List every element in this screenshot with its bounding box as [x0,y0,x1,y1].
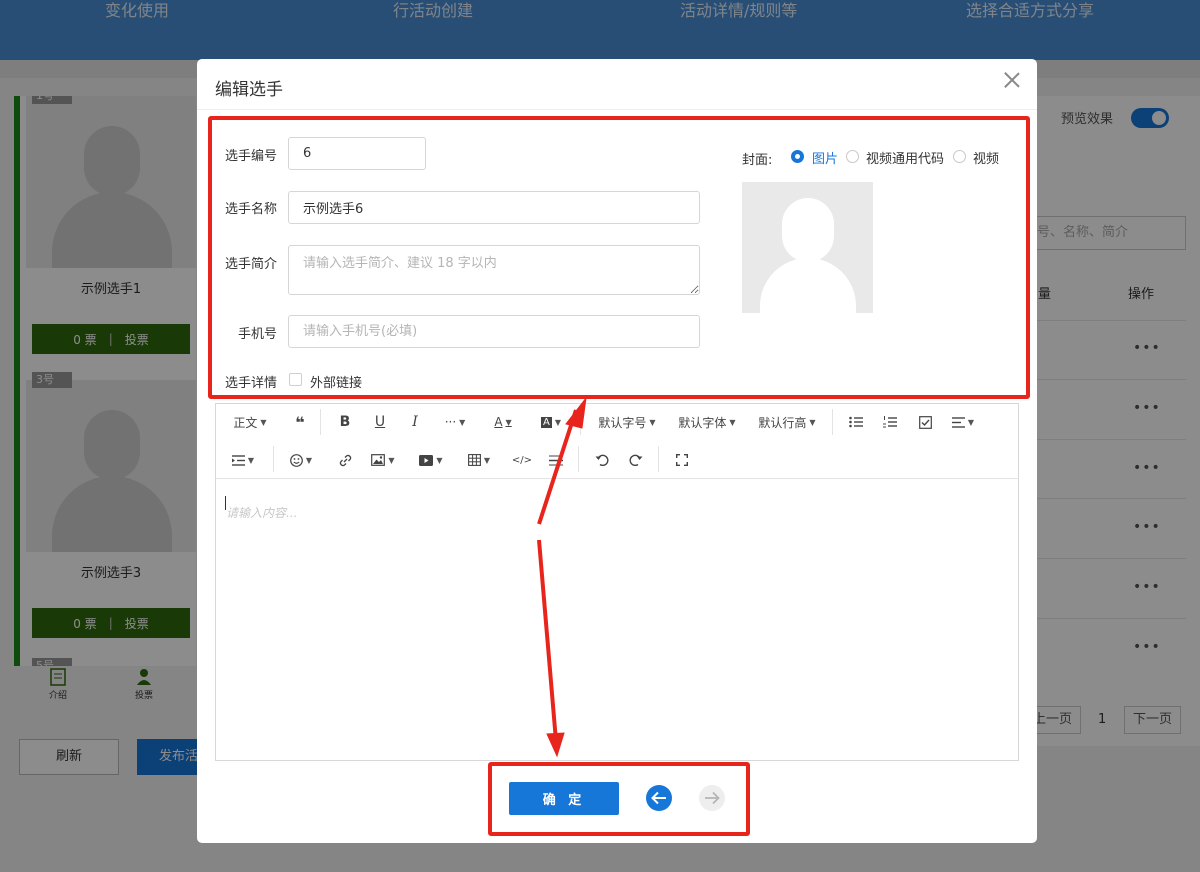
more-styles-icon[interactable]: ··· ▼ [440,410,470,434]
name-label: 选手名称 [224,202,277,217]
redo-icon[interactable] [624,448,648,472]
external-link-checkbox[interactable] [289,373,302,386]
edit-contestant-dialog: 编辑选手 选手编号 选手名称 选手简介 手机号 选手详情 外部链接 封面: 图片… [197,59,1037,843]
toolbar-separator [580,409,581,435]
undo-icon[interactable] [590,448,614,472]
cover-image-upload[interactable] [742,182,873,313]
code-icon[interactable]: </> [510,448,534,472]
editor-toolbar: 正文 ▼ ❝ B U I ··· ▼ A ▼ A ▼ 默认字号 ▼ 默认字体 ▼ 默认行高 ▼… [216,404,1018,479]
close-icon[interactable] [1001,69,1023,91]
editor-placeholder[interactable]: 请输入内容... [226,504,297,521]
phone-input[interactable] [288,315,700,348]
external-link-label: 外部链接 [310,376,363,391]
numbered-list-icon[interactable] [878,410,902,434]
number-label: 选手编号 [224,149,277,164]
font-size-dropdown[interactable]: 默认字号 ▼ [596,410,658,434]
rich-text-editor: 正文 ▼ ❝ B U I ··· ▼ A ▼ A ▼ 默认字号 ▼ 默认字体 ▼ 默认行高 ▼… [215,403,1019,761]
bullet-list-icon[interactable] [844,410,868,434]
italic-icon[interactable]: I [404,410,426,434]
title-divider [197,109,1037,110]
paragraph-format-label: 正文 [233,415,258,430]
bold-icon[interactable]: B [334,410,356,434]
toolbar-separator [320,409,321,435]
align-icon[interactable]: ▼ [948,410,978,434]
previous-arrow-icon[interactable] [646,785,672,811]
toolbar-separator [578,446,579,472]
intro-label: 选手简介 [224,257,277,272]
line-height-label: 默认行高 [758,415,807,430]
number-input[interactable] [288,137,426,170]
divider-line-icon[interactable] [544,448,568,472]
link-icon[interactable] [334,448,356,472]
line-height-dropdown[interactable]: 默认行高 ▼ [756,410,818,434]
detail-label: 选手详情 [224,376,277,391]
next-arrow-icon[interactable] [699,785,725,811]
cover-video-radio[interactable] [953,150,966,163]
font-color-icon[interactable]: A ▼ [488,410,518,434]
video-icon[interactable]: ▼ [416,448,446,472]
phone-label: 手机号 [237,327,277,342]
dialog-title: 编辑选手 [215,80,283,100]
cover-image-option[interactable]: 图片 [812,148,838,167]
font-family-dropdown[interactable]: 默认字体 ▼ [676,410,738,434]
image-icon[interactable]: ▼ [368,448,398,472]
cover-video-code-radio[interactable] [846,150,859,163]
cover-label: 封面: [742,153,773,168]
font-family-label: 默认字体 [678,415,727,430]
toolbar-separator [273,446,274,472]
intro-textarea[interactable] [288,245,700,295]
toolbar-separator [832,409,833,435]
background-color-icon[interactable]: A ▼ [536,410,566,434]
name-input[interactable] [288,191,700,224]
cover-video-option[interactable]: 视频 [973,148,999,167]
cover-video-code-option[interactable]: 视频通用代码 [866,148,944,167]
checklist-icon[interactable] [913,410,937,434]
underline-icon[interactable]: U [369,410,391,434]
confirm-button[interactable]: 确 定 [509,782,619,815]
table-icon[interactable]: ▼ [464,448,494,472]
fullscreen-icon[interactable] [670,448,694,472]
toolbar-separator [658,446,659,472]
indent-icon[interactable]: ▼ [228,448,258,472]
emoji-icon[interactable]: ▼ [286,448,316,472]
quote-icon[interactable]: ❝ [288,410,312,434]
font-size-label: 默认字号 [598,415,647,430]
paragraph-format-dropdown[interactable]: 正文 ▼ [230,410,270,434]
cover-image-radio[interactable] [791,150,804,163]
